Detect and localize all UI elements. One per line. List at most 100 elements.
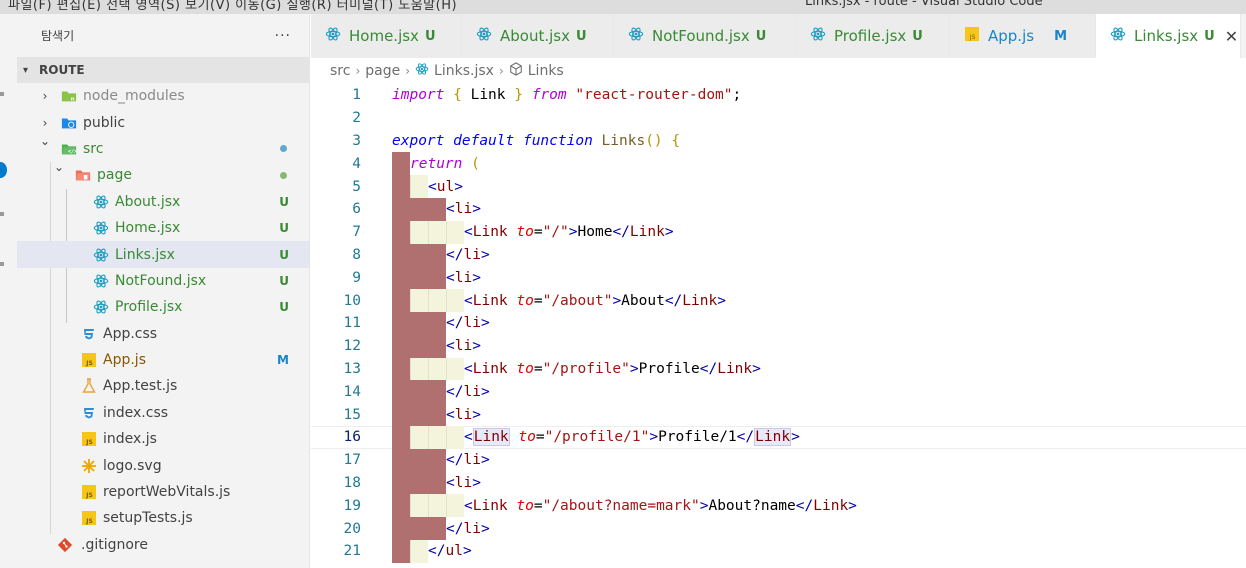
editor-tab[interactable]: JS App.js M xyxy=(950,14,1096,58)
code-line[interactable]: 16 <Link to="/profile/1">Profile/1</Link> xyxy=(311,426,1246,449)
line-number: 12 xyxy=(343,338,361,355)
indent-marker xyxy=(428,312,446,335)
more-actions-icon[interactable]: ··· xyxy=(275,28,291,44)
tree-file[interactable]: Profile.jsx U xyxy=(17,294,309,320)
tree-file[interactable]: About.jsx U xyxy=(17,189,309,215)
tree-file[interactable]: .gitignore xyxy=(17,532,309,558)
svg-file-icon xyxy=(81,458,97,474)
git-icon xyxy=(57,537,73,553)
tree-file[interactable]: index.css xyxy=(17,400,309,426)
code-line[interactable]: 17 </li> xyxy=(311,448,1246,472)
tree-item-label: index.css xyxy=(103,404,169,421)
code-token: import xyxy=(392,87,445,104)
indent-marker xyxy=(410,198,428,221)
tree-folder[interactable]: ⌄ </> src xyxy=(17,134,309,162)
tree-file[interactable]: App.css xyxy=(17,321,309,347)
line-number: 20 xyxy=(343,520,361,537)
code-line[interactable]: 8 </li> xyxy=(311,243,1246,267)
tree-file[interactable]: NotFound.jsx U xyxy=(17,268,309,294)
menu-items[interactable]: 파일(F) 편집(E) 선택 영역(S) 보기(V) 이동(G) 실행(R) 터… xyxy=(8,0,457,13)
workspace-section-header[interactable]: ▾ ROUTE xyxy=(17,57,309,83)
code-line[interactable]: 15 <li> xyxy=(311,403,1246,426)
line-number: 19 xyxy=(343,497,361,514)
code-line[interactable]: 3 export default function Links() { xyxy=(311,130,1246,153)
tree-file[interactable]: Links.jsx U xyxy=(17,241,309,268)
code-token: { xyxy=(671,132,681,149)
code-token: li xyxy=(454,474,473,491)
code-text: <li> xyxy=(446,407,481,423)
breadcrumb-item[interactable]: src xyxy=(330,63,350,79)
line-number: 15 xyxy=(343,406,361,423)
svg-text:JS: JS xyxy=(85,492,93,499)
tree-folder[interactable]: › public xyxy=(17,109,309,135)
code-line[interactable]: 7 <Link to="/">Home</Link> xyxy=(311,220,1246,244)
explorer-header: 탐색기 ··· xyxy=(17,14,309,57)
code-line[interactable]: 9 <li> xyxy=(311,266,1246,290)
tree-folder[interactable]: ⌄ page xyxy=(17,160,309,188)
code-token: = xyxy=(533,360,543,377)
code-line[interactable]: 14 </li> xyxy=(311,380,1246,404)
react-icon xyxy=(626,26,646,46)
public-folder-icon xyxy=(61,115,77,131)
code-line[interactable]: 4 return ( xyxy=(311,152,1246,176)
tree-file[interactable]: logo.svg xyxy=(17,452,309,478)
editor-tab[interactable]: NotFound.jsx U xyxy=(614,14,796,58)
breadcrumb-item[interactable]: Links.jsx xyxy=(434,63,494,79)
menu-bar[interactable]: 파일(F) 편집(E) 선택 영역(S) 보기(V) 이동(G) 실행(R) 터… xyxy=(0,0,1246,14)
line-number: 3 xyxy=(352,132,361,149)
editor-tab[interactable]: Links.jsx U ✕ xyxy=(1096,14,1241,58)
code-line[interactable]: 20 </li> xyxy=(311,517,1246,540)
indent-marker xyxy=(410,312,428,335)
tree-file[interactable]: JS reportWebVitals.js xyxy=(17,479,309,505)
tree-file[interactable]: JS index.js xyxy=(17,426,309,452)
editor-tab[interactable]: Home.jsx U xyxy=(311,14,462,58)
indent-marker xyxy=(392,357,410,381)
code-text: import { Link } from "react-router-dom"; xyxy=(392,87,741,103)
css-file-icon xyxy=(81,405,97,421)
breadcrumb-item[interactable]: Links xyxy=(528,63,564,79)
tree-folder[interactable]: › n node_modules xyxy=(17,83,309,109)
indent-marker xyxy=(392,471,410,495)
chevron-right-icon: › xyxy=(498,64,504,78)
code-line[interactable]: 2 xyxy=(311,107,1246,130)
code-line[interactable]: 1 import { Link } from "react-router-dom"… xyxy=(311,84,1246,107)
tab-label: About.jsx xyxy=(500,27,570,45)
chevron-right-icon: › xyxy=(355,64,361,78)
tree-file[interactable]: JS setupTests.js xyxy=(17,505,309,531)
tree-file[interactable]: App.test.js xyxy=(17,373,309,399)
indent-marker xyxy=(410,517,428,540)
tree-file[interactable]: Home.jsx U xyxy=(17,215,309,241)
editor-tab[interactable]: About.jsx U xyxy=(462,14,614,58)
code-line[interactable]: 21 </ul> xyxy=(311,540,1246,563)
code-line[interactable]: 11 </li> xyxy=(311,312,1246,335)
code-line[interactable]: 10 <Link to="/about">About</Link> xyxy=(311,289,1246,312)
code-text: return ( xyxy=(410,156,480,172)
code-line[interactable]: 13 <Link to="/profile">Profile</Link> xyxy=(311,357,1246,381)
code-line[interactable]: 6 <li> xyxy=(311,198,1246,221)
code-text: <ul> xyxy=(428,179,463,195)
code-editor[interactable]: 1 import { Link } from "react-router-dom"… xyxy=(311,84,1246,568)
code-line[interactable]: 5 <ul> xyxy=(311,175,1246,198)
code-token: </ xyxy=(446,246,464,263)
code-token: ( xyxy=(471,155,480,172)
close-icon[interactable]: ✕ xyxy=(1225,27,1238,46)
code-token: </ xyxy=(446,315,464,332)
code-token: > xyxy=(848,497,857,514)
code-text: </ul> xyxy=(428,543,472,559)
code-token: to xyxy=(518,429,536,446)
editor-tab[interactable]: Profile.jsx U xyxy=(796,14,950,58)
code-token: to xyxy=(516,360,534,377)
tree-file[interactable]: JS App.js M xyxy=(17,347,309,373)
code-line[interactable]: 12 <li> xyxy=(311,334,1246,358)
indent-marker xyxy=(428,380,446,404)
code-line[interactable]: 19 <Link to="/about?name=mark">About?name… xyxy=(311,494,1246,518)
breadcrumb-item[interactable]: page xyxy=(365,63,400,79)
indent-marker xyxy=(428,494,446,518)
code-text: </li> xyxy=(446,452,490,468)
tree-item-label: NotFound.jsx xyxy=(115,272,207,289)
code-line[interactable]: 18 <li> xyxy=(311,471,1246,495)
untracked-badge: U xyxy=(279,194,289,209)
react-icon xyxy=(415,62,429,80)
indent-marker xyxy=(410,403,428,426)
line-number: 7 xyxy=(352,224,361,241)
